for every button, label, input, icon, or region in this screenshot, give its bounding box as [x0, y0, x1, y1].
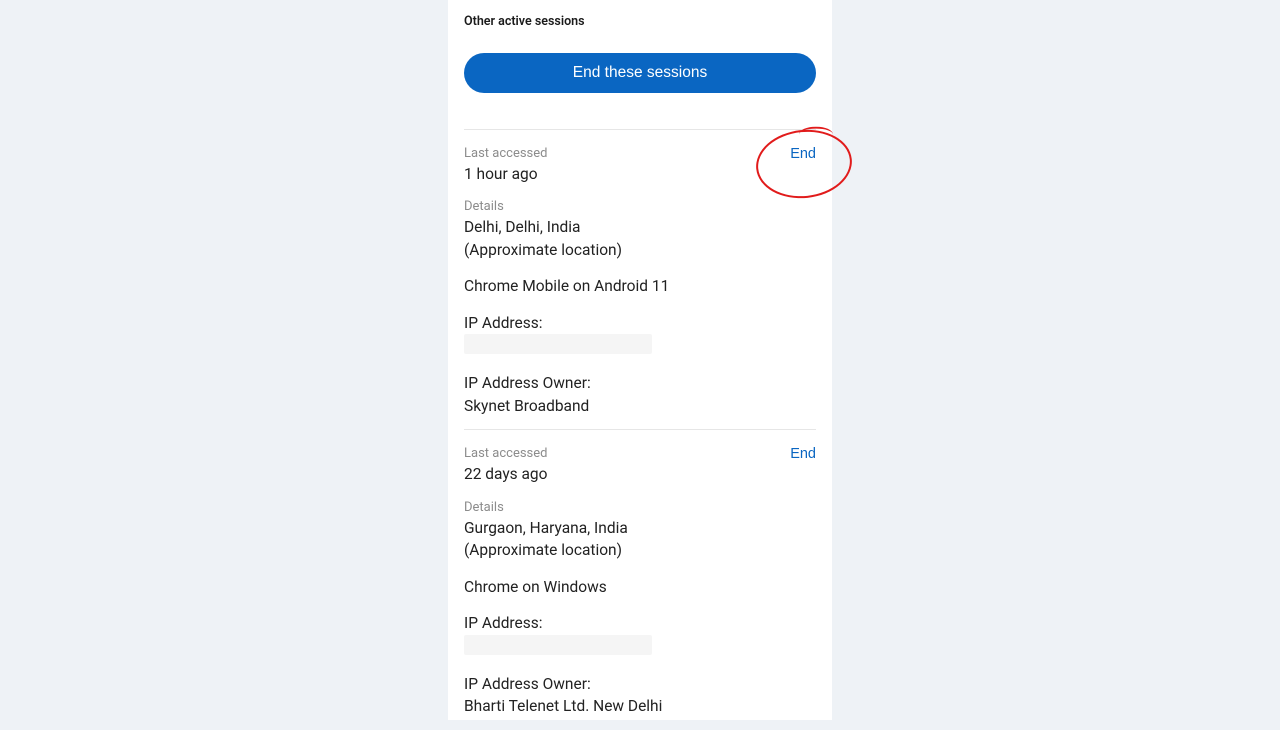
section-title: Other active sessions: [464, 14, 816, 29]
location-line: Gurgaon, Haryana, India: [464, 517, 816, 539]
last-accessed-value: 22 days ago: [464, 463, 816, 485]
location-line: Delhi, Delhi, India: [464, 216, 816, 238]
last-accessed-value: 1 hour ago: [464, 163, 816, 185]
sessions-panel: Other active sessions End these sessions…: [448, 0, 832, 720]
ip-address-label: IP Address:: [464, 612, 816, 634]
last-accessed-label: Last accessed: [464, 146, 816, 161]
ip-owner-value: Skynet Broadband: [464, 395, 816, 417]
end-session-button[interactable]: End: [790, 146, 816, 162]
session-item: End Last accessed 22 days ago Details Gu…: [464, 429, 816, 729]
last-accessed-label: Last accessed: [464, 446, 816, 461]
ip-owner-label: IP Address Owner:: [464, 673, 816, 695]
session-item: End Last accessed 1 hour ago Details Del…: [464, 130, 816, 429]
location-line: (Approximate location): [464, 239, 816, 261]
end-session-button[interactable]: End: [790, 446, 816, 462]
ip-address-redacted: [464, 334, 652, 354]
ip-owner-label: IP Address Owner:: [464, 372, 816, 394]
location-line: (Approximate location): [464, 539, 816, 561]
details-label: Details: [464, 199, 816, 214]
end-all-sessions-button[interactable]: End these sessions: [464, 53, 816, 93]
device-value: Chrome on Windows: [464, 576, 816, 598]
ip-owner-value: Bharti Telenet Ltd. New Delhi: [464, 695, 816, 717]
ip-address-redacted: [464, 635, 652, 655]
ip-address-label: IP Address:: [464, 312, 816, 334]
device-value: Chrome Mobile on Android 11: [464, 275, 816, 297]
details-label: Details: [464, 500, 816, 515]
